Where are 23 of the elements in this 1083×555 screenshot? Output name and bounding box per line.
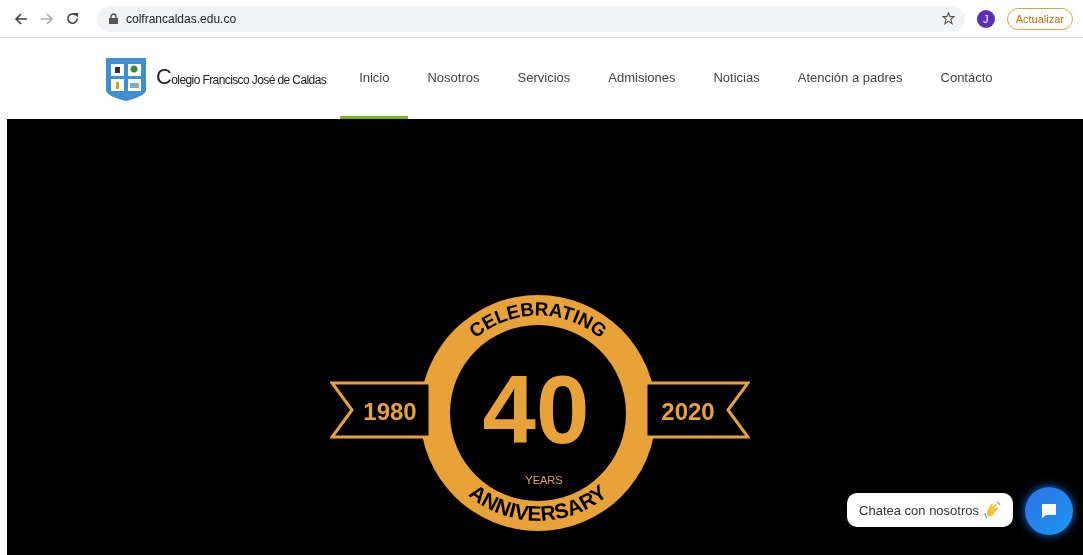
profile-avatar[interactable]: J [976,9,995,28]
lock-icon [109,13,118,24]
school-crest-icon [104,55,148,102]
chat-button[interactable] [1025,487,1073,535]
chat-prompt[interactable]: Chatea con nosotros [847,493,1013,527]
chat-label[interactable]: Chatea con nosotros [859,502,979,518]
update-button[interactable]: Actualizar [1006,7,1073,30]
start-year: 1980 [363,398,417,425]
waving-hand-icon [983,501,1001,519]
nav-tab[interactable]: Admisiones [589,38,695,119]
nav-tab[interactable]: Contácto [921,38,1012,119]
anniversary-number: 40 [482,356,590,463]
nav-tab[interactable]: Noticias [694,38,779,119]
reload-icon[interactable] [66,12,79,25]
nav-tab[interactable]: Servicios [498,38,590,119]
end-year: 2020 [661,398,715,425]
school-name[interactable]: Colegio Francisco José de Caldas [156,64,327,93]
back-icon[interactable] [14,11,28,26]
nav-tab[interactable]: Atención a padres [778,38,922,119]
nav-tab[interactable]: Nosotros [408,38,499,119]
speech-bubble-icon [1040,502,1058,520]
star-icon[interactable] [941,12,955,25]
years-label: YEARS [525,474,563,486]
